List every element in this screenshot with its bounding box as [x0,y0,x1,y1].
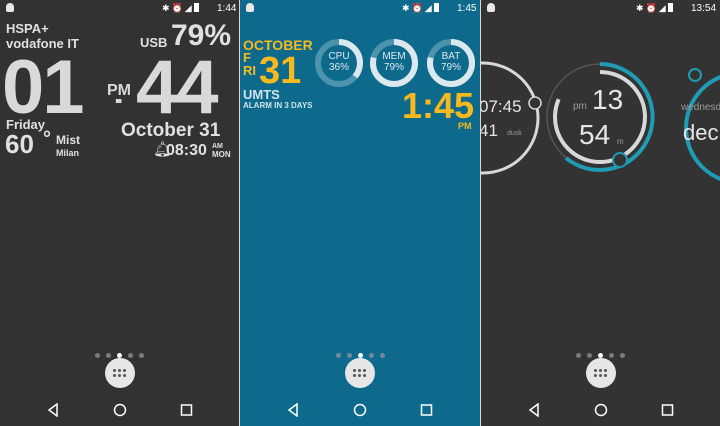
page-dot [139,353,144,358]
date: October 31 [121,120,221,141]
day-partial: wednesd [681,102,720,113]
status-icons: ✱⏰◢ [402,3,442,14]
signal-icon: ◢ [424,3,434,13]
page-indicator [240,345,480,358]
app-drawer-icon [353,369,367,377]
gauge-value: 79% [383,62,404,73]
left-time-bottom: 41 [481,121,498,140]
page-dot [368,353,374,358]
app-drawer-button[interactable] [105,358,135,388]
back-icon[interactable] [287,403,299,417]
clock-ampm: PM [458,121,472,131]
network-type: UMTS [243,87,280,102]
gauge-cpu: CPU 36% [313,37,365,89]
weather-condition: Mist [56,133,80,147]
next-alarm-time: 08:30 [166,142,207,159]
clock-minute: 44 [136,45,219,130]
hour: 13 [592,84,624,115]
gauge-label: CPU [328,51,350,62]
temperature: 60 [5,129,34,159]
page-dot [346,353,352,358]
left-ring-knob [528,96,542,110]
next-alarm-day: MON [212,150,231,159]
left-ring [481,61,540,175]
bluetooth-icon: ✱ [162,3,172,13]
page-dot [128,353,133,358]
navigation-bar [481,398,720,422]
clock-hour: 01 [2,45,85,130]
gauge-value: 79% [440,62,461,73]
homescreen-panel-3: ✱⏰◢ 13:54 07:45 41 dusk pm 13 54 m wedne… [481,0,720,426]
navigation-bar [240,398,480,422]
homescreen-panel-2: ✱⏰◢ 1:45 OCTOBER FRI 31 UMTS ALARM IN 3 … [240,0,480,426]
gauge-label: BAT [441,51,461,62]
weather-city: Milan [56,148,80,158]
gauge-bat: BAT 79% [425,37,477,89]
page-dot [335,353,341,358]
page-indicator [481,345,720,358]
clock-time: 1:45 [402,85,475,126]
ampm-label: pm [573,101,587,112]
minute-unit: m [617,137,624,146]
minute: 54 [579,119,611,150]
page-indicator [0,345,239,358]
battery-icon [193,3,199,12]
alarm-icon: ⏰ [411,3,425,13]
back-icon[interactable] [47,403,59,417]
recents-icon[interactable] [661,403,674,417]
page-dot [576,353,581,358]
clock-ampm: PM [106,82,132,99]
right-ring-knob [688,68,702,82]
page-dot [609,353,614,358]
home-icon[interactable] [353,403,367,417]
weekday: FRI [243,50,256,78]
center-ring-knob [612,152,628,168]
homescreen-panel-1: ✱⏰◢ 1:44 HSPA+ vodafone IT USB 79% 01 : … [0,0,239,426]
carrier-type: HSPA+ [6,21,49,36]
day-number: 31 [259,50,302,92]
app-drawer-icon [113,369,127,377]
page-dot [379,353,385,358]
status-bar: ✱⏰◢ 1:45 [240,0,480,18]
recents-icon[interactable] [180,403,193,417]
app-drawer-icon [594,369,608,377]
signal-icon: ◢ [184,3,194,13]
center-ring-arc [564,62,655,172]
alarm-note: ALARM IN 3 DAYS [243,101,313,110]
left-time-top: 07:45 [481,97,522,116]
gauge-value: 36% [328,62,349,73]
debug-icon [6,3,14,12]
page-dot [587,353,592,358]
debug-icon [246,3,254,12]
gauge-label: MEM [382,51,406,62]
navigation-bar [0,398,239,422]
month-partial: dec [683,120,719,145]
home-icon[interactable] [594,403,608,417]
page-dot [95,353,100,358]
alarm-icon: ⏰ [171,3,185,13]
app-drawer-button[interactable] [586,358,616,388]
page-dot [106,353,111,358]
gauge-mem: MEM 79% [368,37,420,89]
page-dot [620,353,625,358]
app-drawer-button[interactable] [345,358,375,388]
home-icon[interactable] [113,403,127,417]
back-icon[interactable] [528,403,540,417]
next-alarm-ampm: AM [212,143,223,150]
left-label: dusk [507,130,522,137]
degree-symbol: ° [43,128,51,150]
recents-icon[interactable] [420,403,433,417]
status-icons: ✱⏰◢ [162,3,202,14]
battery-icon [433,3,439,12]
bluetooth-icon: ✱ [402,3,412,13]
status-time: 1:44 [217,3,237,14]
status-time: 1:45 [457,3,477,14]
status-bar: ✱⏰◢ 1:44 [0,0,239,18]
